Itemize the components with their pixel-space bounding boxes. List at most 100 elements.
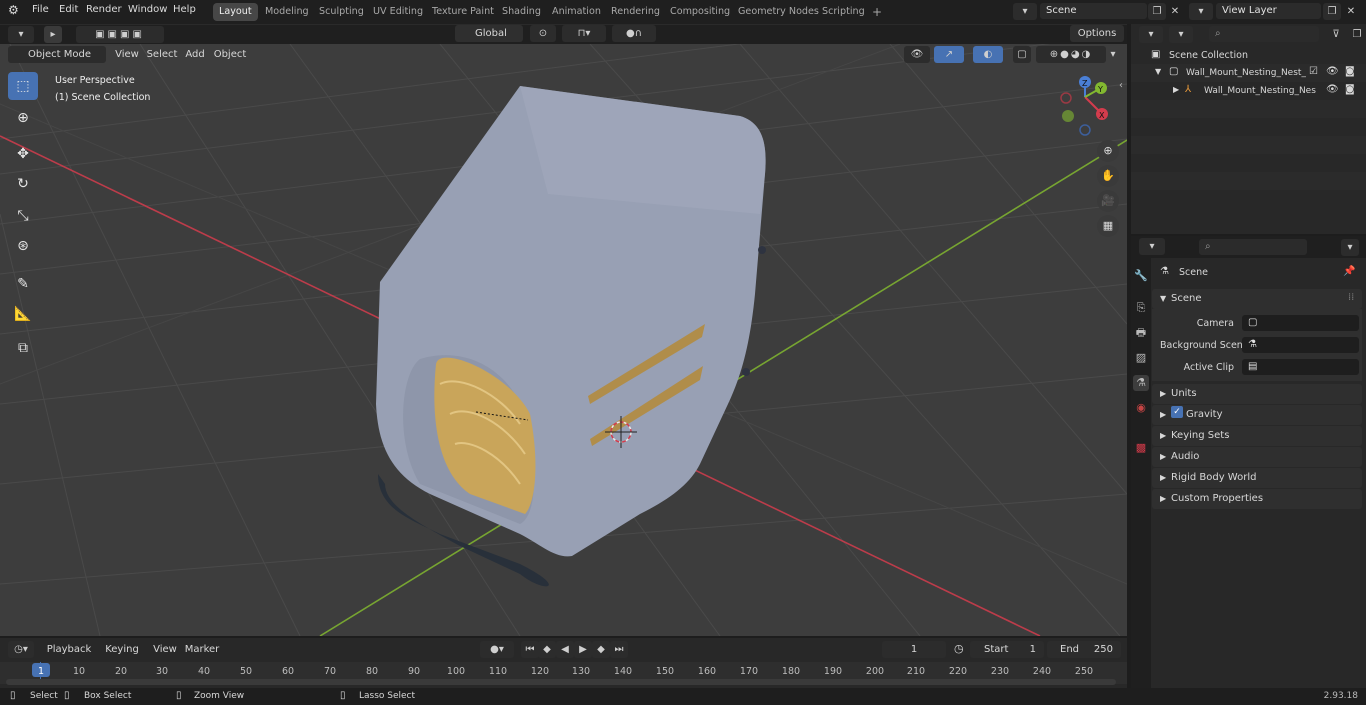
eye-icon[interactable]: 👁 xyxy=(1326,84,1339,95)
panel-expand-arrow-icon[interactable]: ▶ xyxy=(1160,494,1166,503)
play-reverse-icon[interactable]: ◀ xyxy=(556,641,574,658)
pin-icon[interactable]: 📌 xyxy=(1343,266,1355,277)
panel-expand-arrow-icon[interactable]: ▶ xyxy=(1160,410,1166,419)
properties-options-icon[interactable]: ▾ xyxy=(1341,239,1359,256)
shading-modes-icon[interactable]: ⊕●◕◑ xyxy=(1036,46,1106,63)
menu-render[interactable]: Render xyxy=(86,4,122,15)
scene-properties-icon[interactable]: ⚗ xyxy=(1133,375,1149,391)
move-tool-icon[interactable]: ✥ xyxy=(8,140,38,168)
visibility-icon[interactable]: 👁 xyxy=(904,46,930,63)
tab-shading[interactable]: Shading xyxy=(496,3,547,21)
output-properties-icon[interactable]: 🖶 xyxy=(1133,325,1149,341)
tab-layout[interactable]: Layout xyxy=(213,3,258,21)
selection-modes-icon[interactable]: ▣▣▣▣ xyxy=(76,26,164,43)
background-scene-field[interactable]: ⚗ xyxy=(1242,337,1359,353)
delete-view-layer-icon[interactable]: ✕ xyxy=(1342,3,1360,20)
gravity-panel-title[interactable]: Gravity xyxy=(1186,409,1223,420)
jump-next-keyframe-icon[interactable]: ◆ xyxy=(592,641,610,658)
nesting-box-object[interactable] xyxy=(376,86,766,587)
jump-start-icon[interactable]: ⏮ xyxy=(521,641,539,658)
outliner-search-input[interactable]: ⌕ xyxy=(1209,26,1319,42)
outliner-item-label[interactable]: Wall_Mount_Nesting_Nes xyxy=(1204,86,1319,96)
3d-viewport[interactable]: User Perspective (1) Scene Collection Z … xyxy=(0,44,1127,636)
camera-icon[interactable]: ◙ xyxy=(1345,84,1355,95)
jump-prev-keyframe-icon[interactable]: ◆ xyxy=(538,641,556,658)
menu-keying[interactable]: Keying xyxy=(99,641,145,658)
timeline-scrollbar[interactable] xyxy=(6,679,1116,685)
start-frame-field[interactable]: Start 1 xyxy=(970,641,1044,658)
texture-properties-icon[interactable]: ▩ xyxy=(1133,440,1149,456)
annotate-tool-icon[interactable]: ✎ xyxy=(8,270,38,298)
camera-field[interactable]: ▢ xyxy=(1242,315,1359,331)
current-frame-field[interactable]: 1 xyxy=(882,641,946,658)
properties-editor-type-icon[interactable]: ▾ xyxy=(1139,238,1165,255)
new-view-layer-icon[interactable]: ❐ xyxy=(1323,3,1341,20)
audio-panel-title[interactable]: Audio xyxy=(1171,451,1199,462)
delete-scene-icon[interactable]: ✕ xyxy=(1166,3,1184,20)
end-frame-field[interactable]: End 250 xyxy=(1047,641,1121,658)
pan-view-icon[interactable]: ✋ xyxy=(1097,165,1119,187)
scene-selector-icon[interactable]: ▾ xyxy=(1013,3,1037,20)
camera-icon[interactable]: ◙ xyxy=(1345,66,1355,77)
scene-collection-label[interactable]: Scene Collection xyxy=(1169,50,1248,61)
render-properties-icon[interactable]: ⎘ xyxy=(1133,300,1149,316)
filter-icon[interactable]: ⊽ xyxy=(1323,26,1349,43)
include-checkbox-icon[interactable]: ☑ xyxy=(1309,66,1318,77)
zoom-view-icon[interactable]: ⊕ xyxy=(1097,140,1119,162)
menu-help[interactable]: Help xyxy=(173,4,196,15)
mode-dropdown[interactable]: Object Mode xyxy=(8,46,106,63)
world-properties-icon[interactable]: ◉ xyxy=(1133,400,1149,416)
stopwatch-icon[interactable]: ◷ xyxy=(954,642,964,655)
menu-playback[interactable]: Playback xyxy=(42,641,96,658)
menu-edit[interactable]: Edit xyxy=(59,4,78,15)
transform-tool-icon[interactable]: ⊛ xyxy=(8,232,38,260)
rigid-body-world-panel-title[interactable]: Rigid Body World xyxy=(1171,472,1256,483)
drag-handle-icon[interactable]: ⁞⁞ xyxy=(1348,292,1354,303)
proportional-editing-icon[interactable]: ●∩ xyxy=(612,25,656,42)
jump-end-icon[interactable]: ⏭ xyxy=(610,641,628,658)
xray-icon[interactable]: ▢ xyxy=(1013,46,1031,63)
panel-expand-arrow-icon[interactable]: ▶ xyxy=(1160,431,1166,440)
add-workspace-button[interactable]: + xyxy=(866,3,888,21)
navigation-gizmo[interactable]: Z X Y xyxy=(1055,72,1119,136)
menu-window[interactable]: Window xyxy=(128,4,167,15)
play-icon[interactable]: ▶ xyxy=(574,641,592,658)
outliner-row[interactable]: ▼ ▢ Wall_Mount_Nesting_Nest_Bo ☑ 👁 ◙ xyxy=(1131,64,1366,82)
panel-expand-arrow-icon[interactable]: ▶ xyxy=(1160,389,1166,398)
snap-icon[interactable]: ⊓▾ xyxy=(562,25,606,42)
tab-texture-paint[interactable]: Texture Paint xyxy=(426,3,500,21)
tab-modeling[interactable]: Modeling xyxy=(259,3,315,21)
transform-orientation-dropdown[interactable]: Global xyxy=(455,25,523,42)
keying-sets-panel-title[interactable]: Keying Sets xyxy=(1171,430,1229,441)
view-layer-properties-icon[interactable]: ▨ xyxy=(1133,350,1149,366)
panel-expand-arrow-icon[interactable]: ▶ xyxy=(1160,473,1166,482)
menu-marker[interactable]: Marker xyxy=(184,641,220,658)
options-dropdown[interactable]: Options xyxy=(1070,25,1124,42)
add-cube-tool-icon[interactable]: ⧉ xyxy=(8,334,38,362)
outliner-item-label[interactable]: Wall_Mount_Nesting_Nest_Bo xyxy=(1186,68,1306,78)
tool-settings-icon[interactable]: 🔧 xyxy=(1133,268,1149,284)
custom-properties-panel-title[interactable]: Custom Properties xyxy=(1171,493,1263,504)
units-panel-title[interactable]: Units xyxy=(1171,388,1197,399)
menu-object[interactable]: Object xyxy=(212,46,248,63)
perspective-toggle-icon[interactable]: ▦ xyxy=(1097,215,1119,237)
overlay-toggle-icon[interactable]: ◐ xyxy=(973,46,1003,63)
display-mode-icon[interactable]: ▾ xyxy=(1169,26,1193,43)
panel-collapse-arrow-icon[interactable]: ▼ xyxy=(1160,294,1166,303)
record-icon[interactable]: ●▾ xyxy=(480,641,514,658)
tab-compositing[interactable]: Compositing xyxy=(664,3,736,21)
shading-options-icon[interactable]: ▾ xyxy=(1106,46,1120,63)
menu-view[interactable]: View xyxy=(112,46,142,63)
panel-expand-arrow-icon[interactable]: ▶ xyxy=(1160,452,1166,461)
tab-scripting[interactable]: Scripting xyxy=(816,3,871,21)
new-collection-icon[interactable]: ❐ xyxy=(1351,26,1363,43)
blender-logo-icon[interactable]: ⚙ xyxy=(8,3,19,17)
menu-timeline-view[interactable]: View xyxy=(151,641,179,658)
timeline-editor-type-icon[interactable]: ◷▾ xyxy=(8,641,34,658)
cursor-tool-icon[interactable]: ⊕ xyxy=(8,104,38,132)
select-tool-mode-icon[interactable]: ▸ xyxy=(44,26,62,43)
tab-rendering[interactable]: Rendering xyxy=(605,3,666,21)
scale-tool-icon[interactable]: ⤡ xyxy=(8,202,38,230)
sidebar-toggle-icon[interactable]: ‹ xyxy=(1119,80,1123,91)
tab-geometry-nodes[interactable]: Geometry Nodes xyxy=(732,3,825,21)
